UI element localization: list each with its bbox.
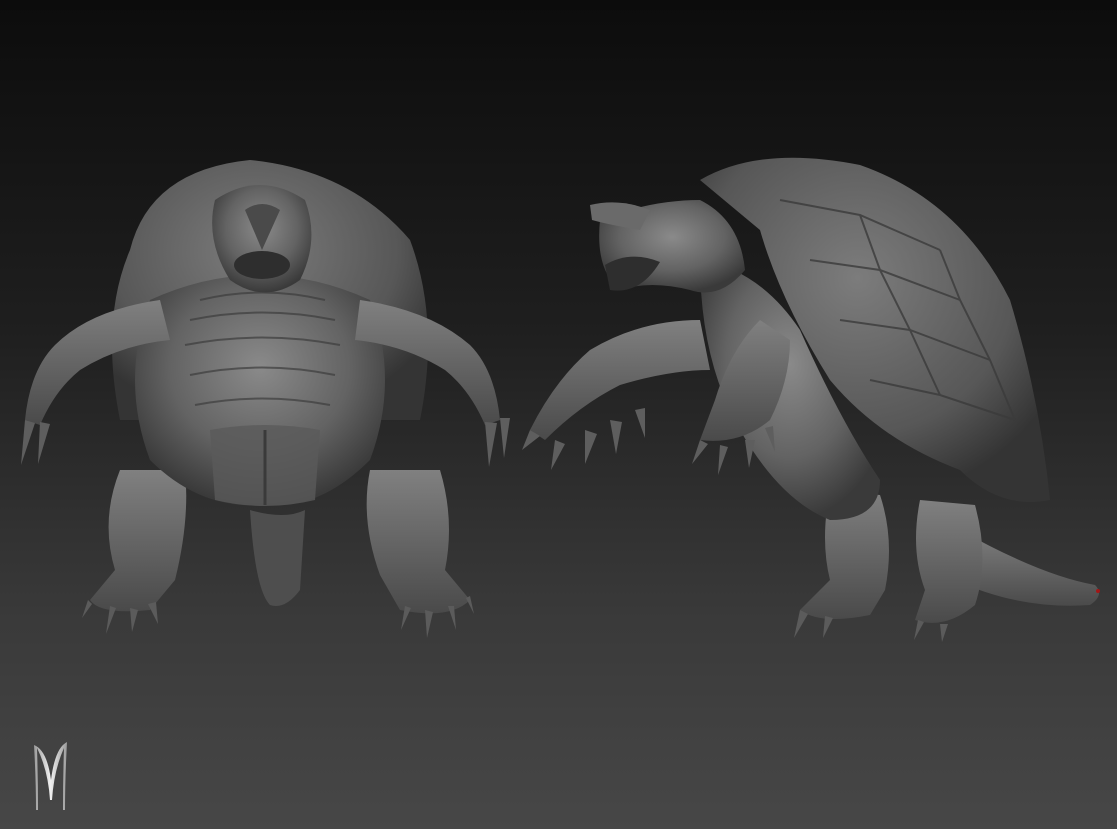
- render-viewport: [0, 0, 1117, 829]
- sculpt-render: [21, 157, 1100, 810]
- side-view: [522, 157, 1100, 642]
- m-monogram-icon: [34, 742, 67, 810]
- front-view: [21, 160, 510, 638]
